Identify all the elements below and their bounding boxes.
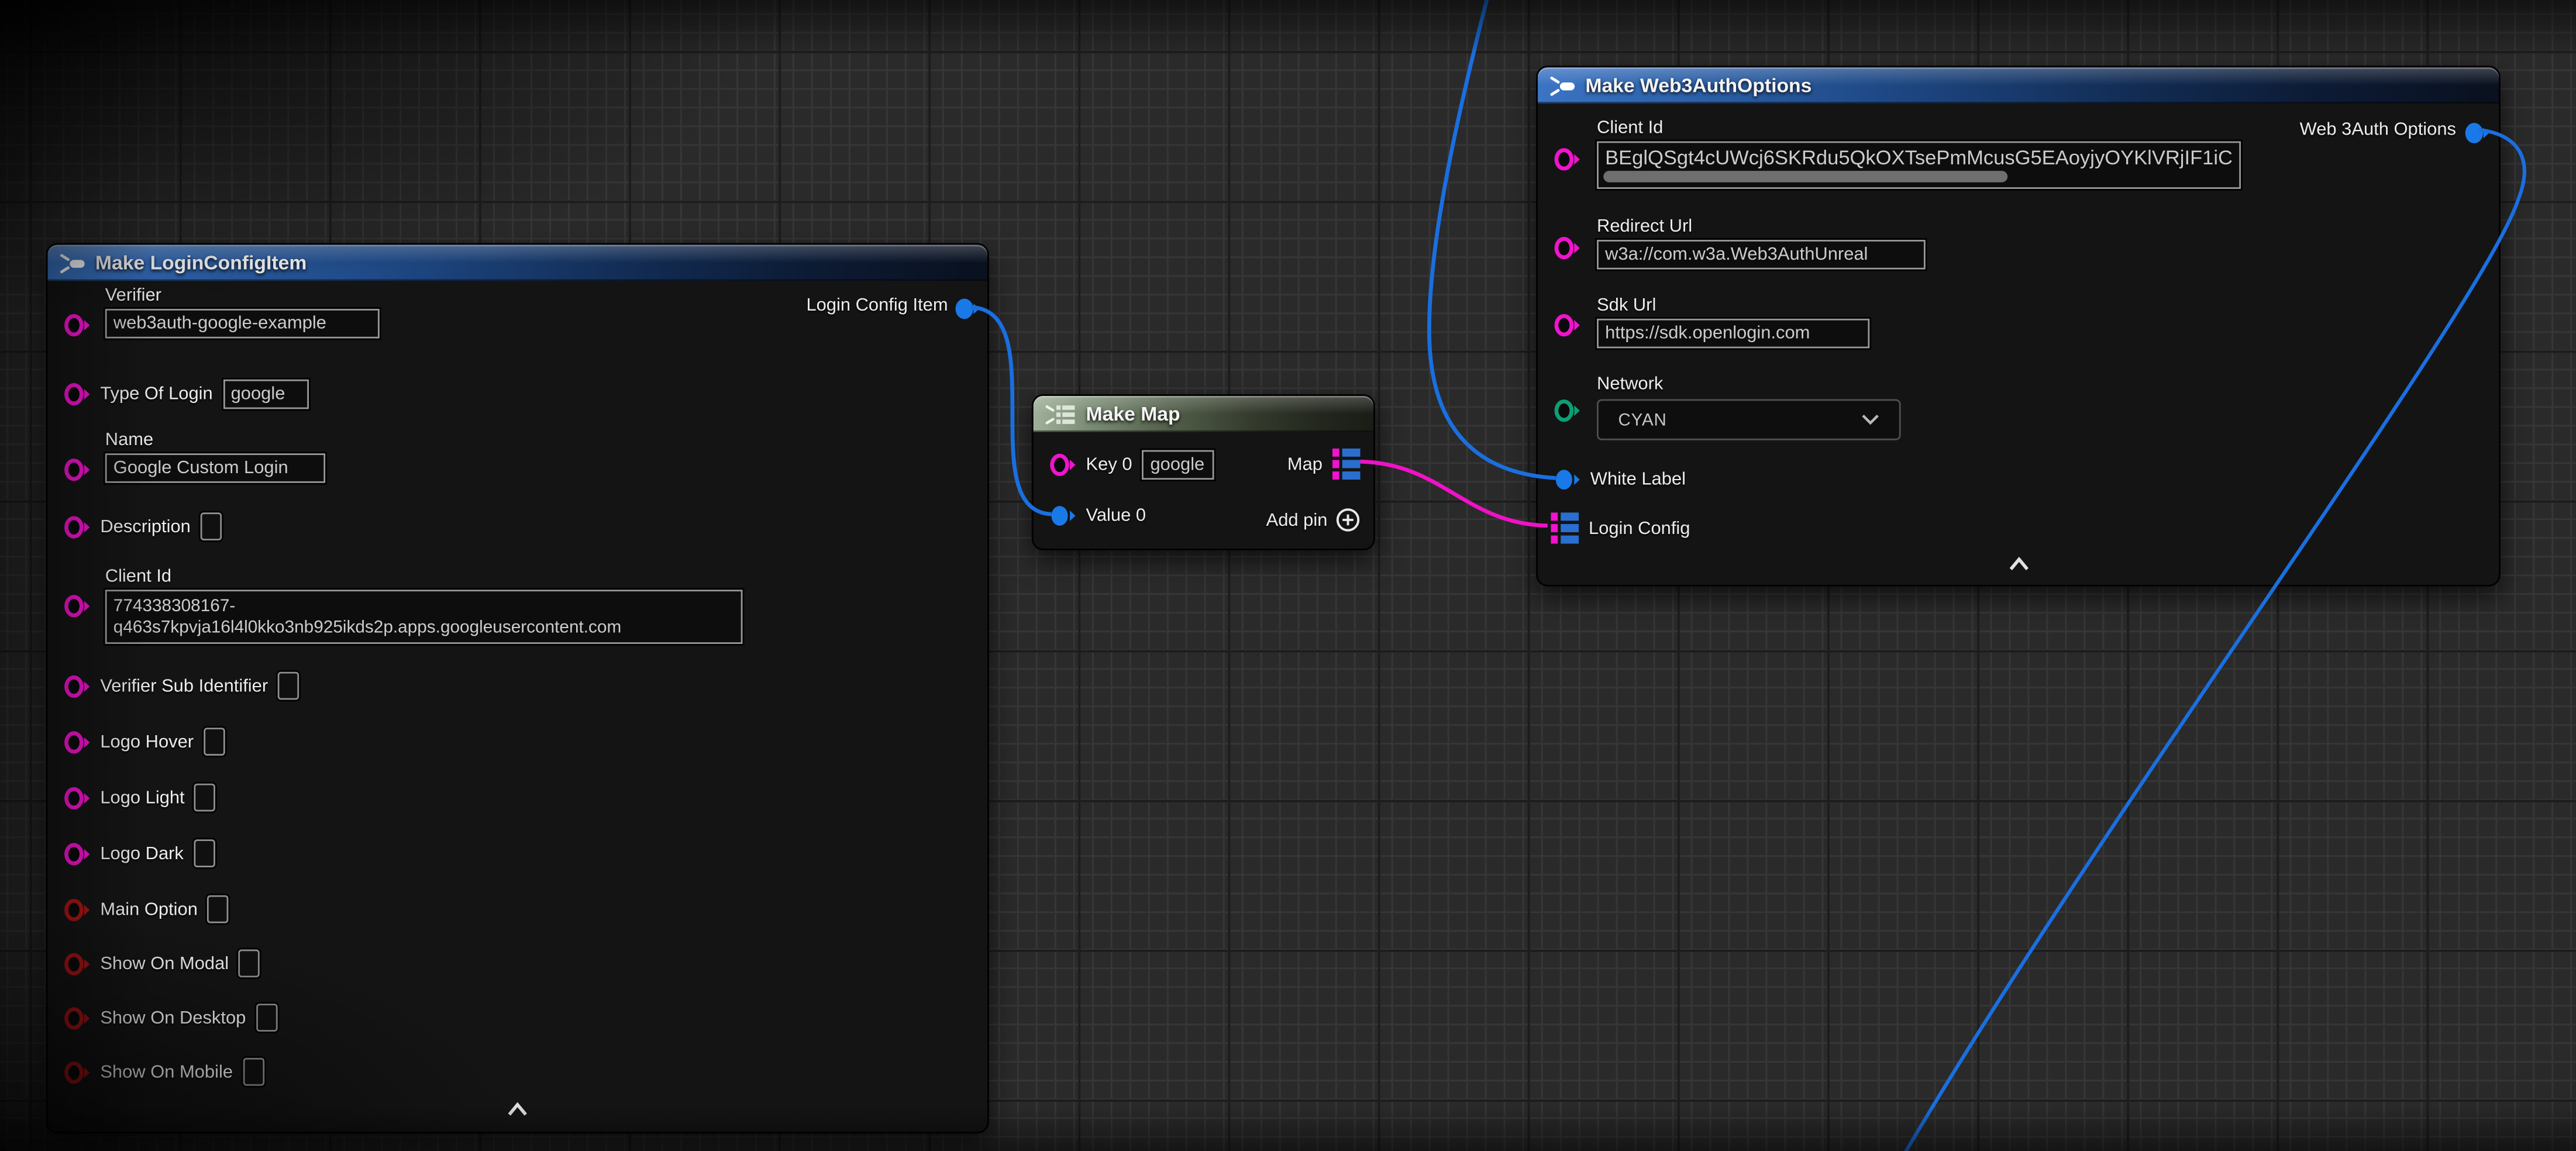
pin-redirect-url[interactable] xyxy=(1554,236,1580,259)
graph-canvas[interactable]: Make LoginConfigItem Login Config Item V… xyxy=(0,0,2576,1151)
client-id-input[interactable]: BEglQSgt4cUWcj6SKRdu5QkOXTsePmMcusG5EAoy… xyxy=(1597,142,2241,189)
node-make-web3authoptions[interactable]: Make Web3AuthOptions Web 3Auth Options C… xyxy=(1536,66,2501,586)
collapse-chevron-icon[interactable] xyxy=(506,1102,529,1117)
network-selected-value: CYAN xyxy=(1618,410,1667,430)
redirect-url-input[interactable]: w3a://com.w3a.Web3AuthUnreal xyxy=(1597,240,1926,270)
show-on-mobile-checkbox[interactable] xyxy=(243,1058,264,1086)
logo-dark-checkbox[interactable] xyxy=(194,839,215,867)
redirect-url-label: Redirect Url xyxy=(1597,217,1926,237)
node-make-loginconfigitem[interactable]: Make LoginConfigItem Login Config Item V… xyxy=(46,243,989,1133)
output-pin-label: Login Config Item xyxy=(806,296,948,316)
pin-sdk-url[interactable] xyxy=(1554,313,1580,336)
pin-type-of-login[interactable] xyxy=(64,382,91,405)
pin-network[interactable] xyxy=(1554,399,1580,422)
node-header-make-map[interactable]: Make Map xyxy=(1034,396,1373,432)
verifier-sub-identifier-label: Verifier Sub Identifier xyxy=(100,676,268,696)
output-row-login-config-item: Login Config Item xyxy=(806,296,948,316)
verifier-input[interactable]: web3auth-google-example xyxy=(105,309,380,339)
show-on-desktop-label: Show On Desktop xyxy=(100,1008,246,1028)
main-option-checkbox[interactable] xyxy=(208,895,229,923)
key-0-input[interactable]: google xyxy=(1142,450,1214,480)
name-input[interactable]: Google Custom Login xyxy=(105,453,325,483)
value-0-label: Value 0 xyxy=(1086,506,1146,526)
pin-show-on-desktop[interactable] xyxy=(64,1006,91,1029)
network-select[interactable]: CYAN xyxy=(1597,399,1901,440)
pin-client-id[interactable] xyxy=(64,595,91,618)
client-id-input[interactable]: 774338308167- q463s7kpvja16l4l0kko3nb925… xyxy=(105,590,743,644)
map-output-label: Map xyxy=(1287,454,1323,474)
make-struct-icon xyxy=(1549,75,1576,97)
collapse-chevron-icon[interactable] xyxy=(2007,557,2030,571)
show-on-mobile-label: Show On Mobile xyxy=(100,1062,233,1082)
name-label: Name xyxy=(105,430,325,450)
pin-verifier-sub-identifier[interactable] xyxy=(64,674,91,697)
pin-logo-light[interactable] xyxy=(64,786,91,809)
field-text-line1: 774338308167- xyxy=(113,595,235,617)
node-make-map[interactable]: Make Map Key 0 google Map Value 0 Add pi… xyxy=(1032,394,1375,550)
blueprint-editor: Make LoginConfigItem Login Config Item V… xyxy=(0,0,2576,1151)
show-on-desktop-checkbox[interactable] xyxy=(256,1004,277,1032)
pin-main-option[interactable] xyxy=(64,898,91,921)
verifier-sub-identifier-checkbox[interactable] xyxy=(278,672,299,700)
verifier-label: Verifier xyxy=(105,286,380,306)
client-id-label: Client Id xyxy=(1597,118,2241,138)
description-label: Description xyxy=(100,516,191,536)
pin-name[interactable] xyxy=(64,459,91,481)
main-option-label: Main Option xyxy=(100,900,198,919)
pin-login-config[interactable] xyxy=(1551,512,1579,543)
horizontal-scrollbar[interactable] xyxy=(1603,171,2007,182)
output-pin-label: Web 3Auth Options xyxy=(2300,120,2456,140)
network-label: Network xyxy=(1597,374,1901,394)
type-of-login-input[interactable]: google xyxy=(223,380,308,409)
node-header-make-web3authoptions[interactable]: Make Web3AuthOptions xyxy=(1538,67,2499,104)
pin-show-on-modal[interactable] xyxy=(64,952,91,975)
logo-light-checkbox[interactable] xyxy=(195,784,216,812)
make-map-icon xyxy=(1045,404,1076,425)
field-text: w3a://com.w3a.Web3AuthUnreal xyxy=(1605,244,1868,264)
white-label-label: White Label xyxy=(1590,470,1686,490)
pin-logo-hover[interactable] xyxy=(64,730,91,753)
add-pin-label: Add pin xyxy=(1266,510,1328,530)
logo-hover-label: Logo Hover xyxy=(100,732,194,752)
description-checkbox[interactable] xyxy=(201,512,222,540)
logo-light-label: Logo Light xyxy=(100,788,184,808)
pin-web3auth-options-output[interactable] xyxy=(2463,122,2489,144)
logo-dark-label: Logo Dark xyxy=(100,843,184,863)
field-text: google xyxy=(231,384,285,404)
pin-logo-dark[interactable] xyxy=(64,842,91,864)
node-title: Make Web3AuthOptions xyxy=(1585,74,1812,97)
pin-map-output[interactable] xyxy=(1332,449,1361,480)
type-of-login-label: Type Of Login xyxy=(100,384,212,404)
pin-show-on-mobile[interactable] xyxy=(64,1060,91,1083)
pin-white-label[interactable] xyxy=(1554,468,1580,491)
login-config-label: Login Config xyxy=(1589,518,1690,538)
node-header-make-loginconfigitem[interactable]: Make LoginConfigItem xyxy=(47,244,987,281)
key-0-label: Key 0 xyxy=(1086,455,1132,475)
add-pin-button[interactable]: Add pin xyxy=(1266,508,1361,532)
show-on-modal-label: Show On Modal xyxy=(100,953,229,973)
field-text: https://sdk.openlogin.com xyxy=(1605,323,1810,343)
logo-hover-checkbox[interactable] xyxy=(204,728,225,756)
chevron-down-icon xyxy=(1861,414,1879,426)
field-text-line2: q463s7kpvja16l4l0kko3nb925ikds2p.apps.go… xyxy=(113,617,621,639)
sdk-url-input[interactable]: https://sdk.openlogin.com xyxy=(1597,319,1869,349)
pin-value-0[interactable] xyxy=(1050,504,1076,527)
field-text: BEglQSgt4cUWcj6SKRdu5QkOXTsePmMcusG5EAoy… xyxy=(1605,146,2233,169)
node-title: Make LoginConfigItem xyxy=(95,251,306,274)
show-on-modal-checkbox[interactable] xyxy=(239,949,260,977)
pin-description[interactable] xyxy=(64,515,91,538)
client-id-label: Client Id xyxy=(105,567,743,587)
pin-verifier[interactable] xyxy=(64,313,91,336)
sdk-url-label: Sdk Url xyxy=(1597,296,1869,316)
field-text: google xyxy=(1150,455,1204,475)
add-pin-icon xyxy=(1335,508,1360,532)
node-title: Make Map xyxy=(1086,402,1180,425)
make-struct-icon xyxy=(59,252,85,274)
field-text: Google Custom Login xyxy=(113,459,288,478)
pin-key-0[interactable] xyxy=(1050,453,1076,476)
field-text: web3auth-google-example xyxy=(113,313,326,333)
pin-client-id[interactable] xyxy=(1554,148,1580,171)
